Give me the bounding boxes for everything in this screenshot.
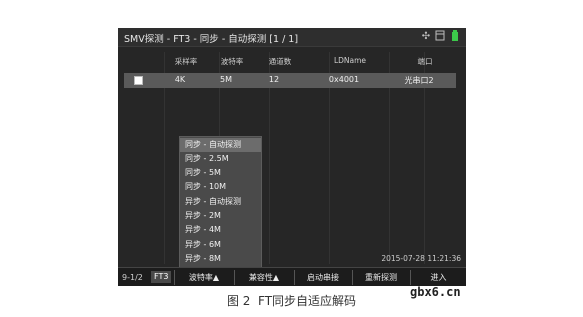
table-cell: 4K [174, 75, 186, 84]
battery-icon [449, 30, 461, 43]
table-cell: 12 [268, 75, 280, 84]
menu-item[interactable]: 异步 - 2M [180, 209, 261, 223]
storage-icon [434, 30, 446, 43]
start-cascade-button[interactable]: 启动串接 [295, 268, 351, 286]
redetect-button[interactable]: 重新探测 [353, 268, 409, 286]
column-header: 波特率 [220, 57, 244, 66]
menu-item[interactable]: 异步 - 6M [180, 238, 261, 252]
menu-item[interactable]: 同步 - 10M [180, 180, 261, 194]
table-cell: 光串口2 [404, 76, 434, 85]
column-header: LDName [333, 56, 367, 65]
satellite-icon: ✣ [421, 31, 431, 42]
column-header: 端口 [417, 57, 433, 66]
figure-caption: 图 2 FT同步自适应解码 [226, 294, 357, 308]
baudrate-button[interactable]: 波特率▲ [175, 268, 233, 286]
title-bar: SMV探测 - FT3 - 同步 - 自动探测 [1 / 1] ✣ [118, 28, 466, 47]
menu-item[interactable]: 同步 - 2.5M [180, 152, 261, 166]
table-cell: 0x4001 [328, 75, 360, 84]
menu-item[interactable]: 异步 - 8M [180, 252, 261, 266]
timestamp: 2015-07-28 11:21:36 [381, 254, 461, 263]
column-header: 通道数 [268, 57, 292, 66]
compatibility-button[interactable]: 兼容性▲ [235, 268, 293, 286]
device-screen: SMV探测 - FT3 - 同步 - 自动探测 [1 / 1] ✣ 采样率 波特… [118, 28, 466, 286]
row-checkbox[interactable] [134, 76, 143, 85]
table-cell: 5M [220, 75, 232, 84]
menu-item[interactable]: 同步 - 自动探测 [180, 138, 261, 152]
watermark: gbx6.cn [410, 285, 461, 299]
mode-badge: FT3 [151, 271, 172, 283]
softkey-bar: 9-1/2 FT3 波特率▲ 兼容性▲ 启动串接 重新探测 进入 [118, 267, 466, 286]
table-header: 采样率 波特率 通道数 LDName 端口 [124, 56, 460, 70]
menu-item[interactable]: 同步 - 5M [180, 166, 261, 180]
baudrate-dropdown-menu[interactable]: 同步 - 自动探测 同步 - 2.5M 同步 - 5M 同步 - 10M 异步 … [179, 136, 262, 269]
page-indicator: 9-1/2 [122, 273, 143, 282]
enter-button[interactable]: 进入 [411, 268, 466, 286]
column-header: 采样率 [174, 57, 198, 66]
window-title: SMV探测 - FT3 - 同步 - 自动探测 [1 / 1] [124, 34, 299, 45]
menu-item[interactable]: 异步 - 4M [180, 223, 261, 237]
table-row[interactable]: 4K 5M 12 0x4001 光串口2 [124, 73, 456, 88]
menu-item[interactable]: 异步 - 自动探测 [180, 195, 261, 209]
